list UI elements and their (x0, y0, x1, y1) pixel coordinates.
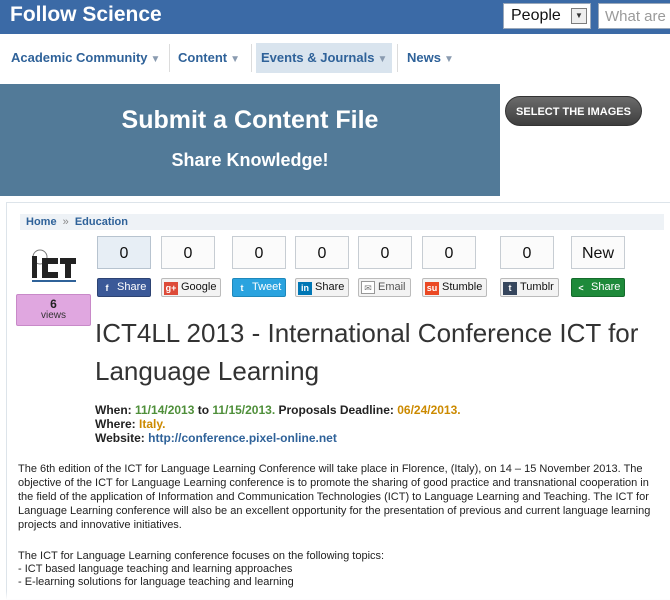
nav-events-journals[interactable]: Events & Journals ▼ (256, 43, 393, 73)
event-start-date: 11/14/2013 (135, 403, 195, 417)
website-label: Website: (95, 431, 145, 445)
nav-divider (169, 44, 170, 72)
stumble-share-button[interactable]: su Stumble (422, 278, 488, 297)
nav-label: News (407, 50, 441, 65)
topic-item: - E-learning solutions for language teac… (18, 576, 294, 588)
views-badge: 6 views (16, 294, 91, 326)
nav-divider (251, 44, 252, 72)
views-count: 6 (50, 297, 57, 311)
tumblr-share-button[interactable]: t Tumblr (500, 278, 559, 297)
nav-divider (397, 44, 398, 72)
nav-label: Events & Journals (261, 50, 375, 65)
topics-intro: The ICT for Language Learning conference… (18, 550, 385, 562)
search-scope-value: People (511, 7, 561, 24)
main-nav: Academic Community ▼ Content ▼ Events & Jo… (0, 34, 670, 84)
date-to: to (197, 403, 210, 417)
select-images-button[interactable]: SELECT THE IMAGES (505, 96, 642, 126)
when-label: When: (95, 403, 132, 417)
generic-share-button[interactable]: < Share (571, 278, 626, 297)
email-share-count: 0 (358, 236, 412, 269)
linkedin-share-count: 0 (295, 236, 349, 269)
share-button-label: Google (181, 281, 217, 293)
nav-label: Academic Community (11, 50, 148, 65)
envelope-icon: ✉ (361, 281, 375, 294)
event-where-row: Where: Italy. (95, 417, 655, 431)
event-description: The 6th edition of the ICT for Language … (18, 463, 651, 531)
linkedin-icon: in (298, 282, 312, 295)
share-button-label: Share (591, 281, 621, 293)
banner-subtitle: Share Knowledge! (171, 150, 329, 170)
facebook-share-count: 0 (97, 236, 151, 269)
breadcrumb-separator: » (62, 216, 69, 228)
nav-content[interactable]: Content ▼ (173, 43, 245, 73)
share-button-label: Tweet (252, 281, 282, 293)
google-share-button[interactable]: g+ Google (161, 278, 222, 297)
breadcrumb: Home » Education (20, 214, 664, 230)
nav-label: Content (178, 50, 228, 65)
twitter-bird-icon: t (240, 283, 244, 293)
chevron-down-icon: ▼ (377, 54, 388, 65)
top-bar: Follow Science People ▼ (0, 0, 670, 34)
linkedin-share-button[interactable]: in Share (295, 278, 350, 297)
event-location: Italy. (139, 417, 166, 431)
chevron-down-icon: ▼ (230, 54, 241, 65)
event-website-row: Website: http://conference.pixel-online.… (95, 431, 655, 445)
views-label: views (40, 310, 66, 321)
topics-list: The ICT for Language Learning conference… (18, 550, 658, 589)
twitter-share-count: 0 (232, 236, 286, 269)
share-button-label: Stumble (442, 281, 483, 293)
facebook-icon: f (105, 283, 109, 293)
tumblr-icon: t (503, 282, 517, 295)
event-when-row: When: 11/14/2013 to 11/15/2013. Proposal… (95, 403, 655, 417)
stumbleupon-icon: su (425, 282, 439, 295)
share-button-label: Email (378, 281, 406, 293)
event-end-date: 11/15/2013. (212, 403, 276, 417)
chevron-down-icon[interactable]: ▼ (571, 8, 587, 24)
share-button-label: Share (315, 281, 345, 293)
chevron-down-icon: ▼ (150, 54, 161, 65)
site-brand[interactable]: Follow Science (10, 3, 162, 27)
share-new-count: New (571, 236, 625, 269)
topic-item: - ICT based language teaching and learni… (18, 563, 293, 575)
tweet-button[interactable]: t Tweet (232, 278, 287, 297)
facebook-share-button[interactable]: f Share (97, 278, 152, 297)
nav-academic-community[interactable]: Academic Community ▼ (6, 43, 165, 73)
search-scope-select[interactable]: People ▼ (503, 3, 591, 29)
email-share-button[interactable]: ✉ Email (358, 278, 411, 297)
share-button-label: Tumblr (520, 281, 554, 293)
search-input[interactable] (598, 3, 670, 29)
google-plus-icon: g+ (164, 282, 178, 295)
event-title: ICT4LL 2013 - International Conference I… (95, 318, 639, 386)
ict-logo (32, 249, 76, 282)
deadline-label: Proposals Deadline: (278, 403, 394, 417)
google-share-count: 0 (161, 236, 215, 269)
submit-banner[interactable]: Submit a Content File Share Knowledge! (0, 84, 500, 196)
breadcrumb-category[interactable]: Education (75, 216, 128, 228)
nav-news[interactable]: News ▼ (402, 43, 459, 73)
share-button-label: Share (117, 281, 147, 293)
banner-title: Submit a Content File (121, 106, 379, 134)
stumble-share-count: 0 (422, 236, 476, 269)
chevron-down-icon: ▼ (443, 54, 454, 65)
event-meta: When: 11/14/2013 to 11/15/2013. Proposal… (95, 403, 655, 445)
proposals-deadline: 06/24/2013. (397, 403, 461, 417)
share-icon: < (578, 283, 584, 293)
where-label: Where: (95, 417, 136, 431)
content-fade (0, 591, 670, 600)
event-website-link[interactable]: http://conference.pixel-online.net (148, 431, 337, 445)
breadcrumb-home[interactable]: Home (26, 216, 57, 228)
tumblr-share-count: 0 (500, 236, 554, 269)
